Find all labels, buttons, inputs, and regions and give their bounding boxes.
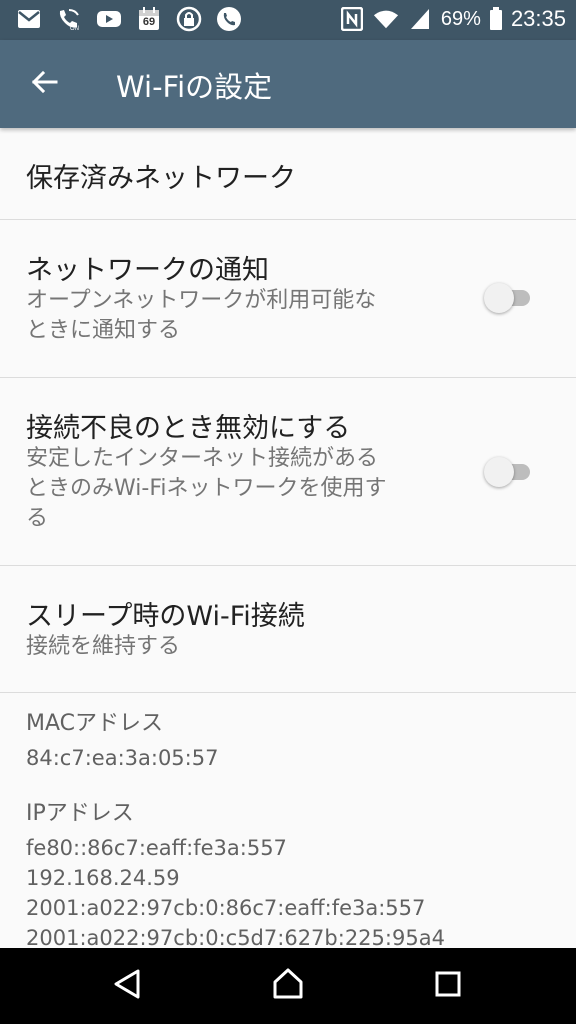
svg-text:ON: ON [70,26,79,31]
avoid-poor-connection-item[interactable]: 接続不良のとき無効にする 安定したインターネット接続がある ときのみWi-Fiネ… [0,378,576,566]
nav-back-button[interactable] [106,964,150,1008]
network-notification-summary-line1: オープンネットワークが利用可能な [26,288,377,313]
home-icon [271,967,305,1005]
avoid-poor-connection-summary-line2: ときのみWi-Fiネットワークを使用す [26,476,387,501]
app-bar: Wi-Fiの設定 [0,40,576,128]
sleep-policy-title: スリープ時のWi-Fi接続 [26,601,305,632]
sleep-policy-item[interactable]: スリープ時のWi-Fi接続 接続を維持する [0,566,576,693]
settings-list: 保存済みネットワーク ネットワークの通知 オープンネットワークが利用可能な とき… [0,128,576,953]
mac-address-value: 84:c7:ea:3a:05:57 [26,746,219,770]
sleep-policy-summary: 接続を維持する [26,634,181,659]
gmail-icon [16,6,42,32]
ip-address-label: IPアドレス [26,801,134,826]
wifi-signal-icon [373,6,399,32]
nav-home-button[interactable] [266,964,310,1008]
vpn-lock-icon [176,6,202,32]
nav-recents-button[interactable] [426,964,470,1008]
saved-networks-item[interactable]: 保存済みネットワーク [0,128,576,220]
battery-icon [489,6,503,32]
ip-address-value: 2001:a022:97cb:0:86c7:eaff:fe3a:557 [26,896,426,920]
ip-address-value: fe80::86c7:eaff:fe3a:557 [26,836,287,860]
phone-icon [216,6,242,32]
network-notification-title: ネットワークの通知 [26,255,269,286]
avoid-poor-connection-title: 接続不良のとき無効にする [26,413,351,444]
avoid-poor-connection-summary-line3: る [26,506,49,531]
navigation-bar [0,948,576,1024]
network-notification-summary-line2: ときに通知する [26,318,181,343]
network-notification-toggle[interactable] [484,280,532,314]
calendar-icon: 69 [136,6,162,32]
back-icon [112,968,144,1004]
clock: 23:35 [510,6,566,31]
mac-address-label: MACアドレス [26,711,164,736]
youtube-icon [96,6,122,32]
back-button[interactable] [20,60,68,108]
calendar-number: 69 [142,16,156,28]
network-notification-item[interactable]: ネットワークの通知 オープンネットワークが利用可能な ときに通知する [0,220,576,378]
cell-signal-icon [407,6,433,32]
toggle-thumb [484,457,514,487]
wifi-calling-icon: ON [56,6,82,32]
recents-icon [434,970,462,1002]
status-bar: ON 69 69% 23:35 [0,0,576,40]
ip-address-value: 192.168.24.59 [26,866,180,890]
battery-percentage: 69% [440,7,481,30]
nfc-icon [339,6,365,32]
toggle-thumb [484,283,514,313]
arrow-back-icon [30,68,58,100]
network-info: MACアドレス 84:c7:ea:3a:05:57 IPアドレス fe80::8… [0,693,576,953]
avoid-poor-connection-summary-line1: 安定したインターネット接続がある [26,446,379,471]
saved-networks-title: 保存済みネットワーク [26,163,296,194]
page-title: Wi-Fiの設定 [116,70,273,104]
avoid-poor-connection-toggle[interactable] [484,454,532,488]
